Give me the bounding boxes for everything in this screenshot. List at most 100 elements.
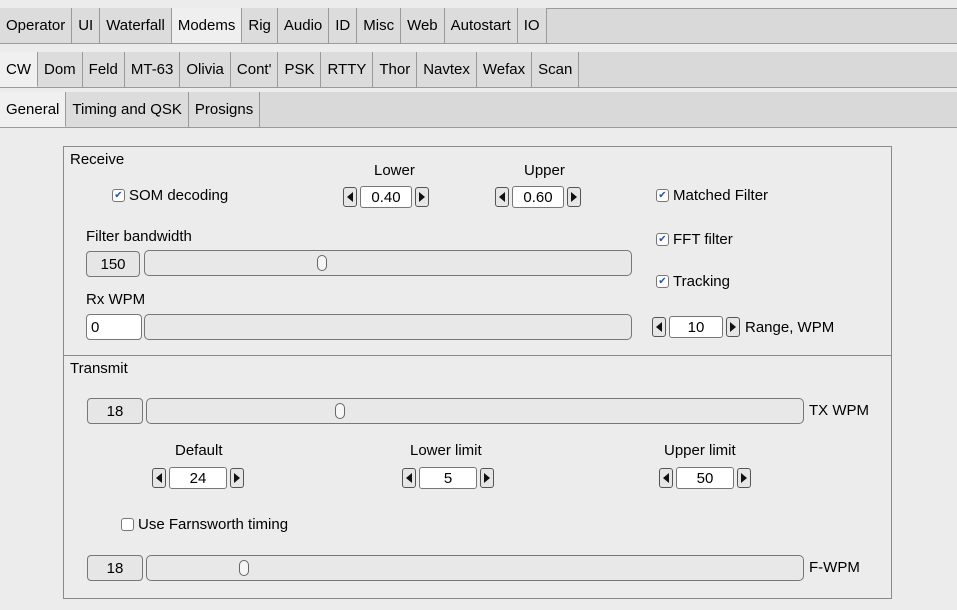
right-arrow-icon (419, 192, 425, 202)
tab-olivia[interactable]: Olivia (180, 52, 231, 87)
cw-tab-bar: General Timing and QSK Prosigns (0, 92, 957, 128)
lower-label: Lower (374, 162, 415, 179)
tab-wefax[interactable]: Wefax (476, 52, 533, 87)
tab-autostart[interactable]: Autostart (444, 8, 518, 43)
filter-bandwidth-label: Filter bandwidth (86, 228, 192, 245)
lower-decrement-button[interactable] (343, 187, 357, 207)
main-tab-bar: Operator UI Waterfall Modems Rig Audio I… (0, 8, 957, 44)
default-counter: 24 (152, 467, 244, 489)
tab-bar-filler (579, 52, 957, 87)
lower-limit-decrement-button[interactable] (402, 468, 416, 488)
tab-id[interactable]: ID (329, 8, 358, 43)
tab-waterfall[interactable]: Waterfall (100, 8, 172, 43)
right-arrow-icon (730, 322, 736, 332)
right-arrow-icon (484, 473, 490, 483)
tab-web[interactable]: Web (401, 8, 445, 43)
tracking-label: Tracking (673, 273, 730, 290)
filter-bandwidth-slider-knob[interactable] (316, 255, 327, 271)
tab-misc[interactable]: Misc (357, 8, 402, 43)
matched-filter-checkbox[interactable]: ✔ Matched Filter (656, 187, 768, 204)
fft-filter-check-icon: ✔ (656, 233, 669, 246)
upper-limit-counter: 50 (659, 467, 751, 489)
tab-cw[interactable]: CW (0, 52, 38, 87)
filter-bandwidth-value: 150 (86, 251, 140, 277)
tab-dom[interactable]: Dom (38, 52, 83, 87)
tx-wpm-value: 18 (87, 398, 143, 424)
tab-rtty[interactable]: RTTY (321, 52, 374, 87)
f-wpm-slider-knob[interactable] (238, 560, 249, 576)
left-arrow-icon (663, 473, 669, 483)
tx-wpm-slider-knob[interactable] (335, 403, 346, 419)
right-arrow-icon (741, 473, 747, 483)
tab-navtex[interactable]: Navtex (417, 52, 477, 87)
tab-bar-filler (546, 8, 957, 43)
lower-value-field[interactable]: 0.40 (360, 186, 412, 208)
tab-bar-filler (260, 92, 957, 127)
receive-group: Receive ✔ SOM decoding Lower 0.40 Upper … (63, 146, 892, 356)
tab-timing-qsk[interactable]: Timing and QSK (66, 92, 189, 127)
range-value-field[interactable]: 10 (669, 316, 723, 338)
transmit-title: Transmit (70, 360, 128, 377)
tab-io[interactable]: IO (517, 8, 547, 43)
lower-limit-increment-button[interactable] (480, 468, 494, 488)
range-wpm-counter: 10 Range, WPM (652, 316, 834, 338)
f-wpm-label: F-WPM (809, 559, 860, 576)
lower-increment-button[interactable] (415, 187, 429, 207)
tracking-checkbox[interactable]: ✔ Tracking (656, 273, 730, 290)
matched-filter-check-icon: ✔ (656, 189, 669, 202)
tab-psk[interactable]: PSK (278, 52, 322, 87)
upper-decrement-button[interactable] (495, 187, 509, 207)
tab-ui[interactable]: UI (72, 8, 101, 43)
upper-limit-value-field[interactable]: 50 (676, 467, 734, 489)
receive-title: Receive (70, 151, 125, 168)
tab-audio[interactable]: Audio (277, 8, 330, 43)
tracking-check-icon: ✔ (656, 275, 669, 288)
fft-filter-checkbox[interactable]: ✔ FFT filter (656, 231, 733, 248)
right-arrow-icon (234, 473, 240, 483)
lower-limit-value-field[interactable]: 5 (419, 467, 477, 489)
tx-wpm-slider[interactable] (146, 398, 804, 424)
left-arrow-icon (156, 473, 162, 483)
modem-tab-bar: CW Dom Feld MT-63 Olivia Cont' PSK RTTY … (0, 52, 957, 88)
left-arrow-icon (347, 192, 353, 202)
upper-value-field[interactable]: 0.60 (512, 186, 564, 208)
f-wpm-value: 18 (87, 555, 143, 581)
upper-limit-decrement-button[interactable] (659, 468, 673, 488)
upper-counter: 0.60 (495, 186, 581, 208)
range-increment-button[interactable] (726, 317, 740, 337)
default-increment-button[interactable] (230, 468, 244, 488)
tab-prosigns[interactable]: Prosigns (188, 92, 261, 127)
lower-counter: 0.40 (343, 186, 429, 208)
upper-limit-increment-button[interactable] (737, 468, 751, 488)
farnsworth-checkbox[interactable]: Use Farnsworth timing (121, 516, 288, 533)
rx-wpm-input[interactable]: 0 (86, 314, 142, 340)
left-arrow-icon (406, 473, 412, 483)
upper-limit-label: Upper limit (664, 442, 736, 459)
range-wpm-label: Range, WPM (745, 318, 835, 336)
tab-feld[interactable]: Feld (82, 52, 125, 87)
tab-general[interactable]: General (0, 92, 67, 127)
range-decrement-button[interactable] (652, 317, 666, 337)
upper-increment-button[interactable] (567, 187, 581, 207)
lower-limit-counter: 5 (402, 467, 494, 489)
tab-scan[interactable]: Scan (532, 52, 580, 87)
right-arrow-icon (571, 192, 577, 202)
farnsworth-label: Use Farnsworth timing (138, 516, 289, 533)
tx-wpm-label: TX WPM (809, 402, 869, 419)
lower-limit-label: Lower limit (410, 442, 482, 459)
filter-bandwidth-slider[interactable] (144, 250, 632, 276)
upper-label: Upper (524, 162, 565, 179)
left-arrow-icon (499, 192, 505, 202)
default-decrement-button[interactable] (152, 468, 166, 488)
tab-modems[interactable]: Modems (171, 8, 243, 43)
tab-operator[interactable]: Operator (0, 8, 73, 43)
f-wpm-slider[interactable] (146, 555, 804, 581)
default-value-field[interactable]: 24 (169, 467, 227, 489)
tab-contestia[interactable]: Cont' (230, 52, 279, 87)
tab-thor[interactable]: Thor (373, 52, 418, 87)
tab-mt63[interactable]: MT-63 (124, 52, 181, 87)
rx-wpm-meter (144, 314, 632, 340)
som-decoding-checkbox[interactable]: ✔ SOM decoding (112, 187, 228, 204)
tab-rig[interactable]: Rig (242, 8, 278, 43)
som-decoding-check-icon: ✔ (112, 189, 125, 202)
